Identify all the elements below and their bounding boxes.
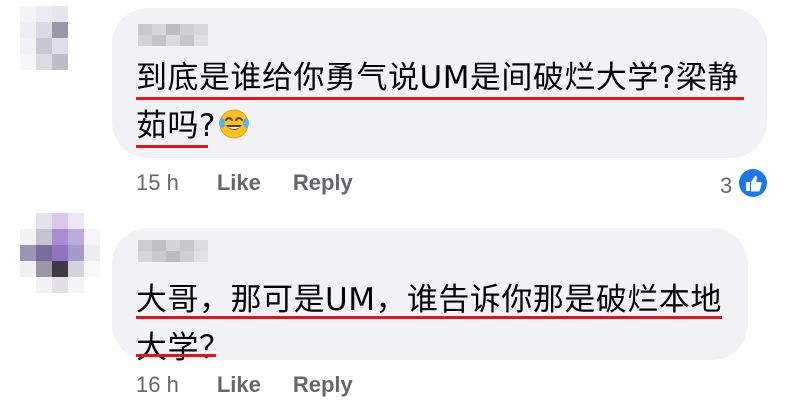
underline-mark: [136, 316, 722, 319]
like-button[interactable]: Like: [217, 372, 261, 398]
comment-actions: 16 h Like Reply: [136, 372, 385, 398]
like-button[interactable]: Like: [217, 170, 261, 196]
comment-time[interactable]: 16 h: [136, 372, 179, 398]
laughing-tears-emoji-icon: [218, 106, 250, 139]
reaction-count: 3: [720, 173, 733, 198]
like-reaction-icon: [738, 168, 768, 204]
underline-mark: [136, 97, 744, 100]
avatar[interactable]: [20, 213, 100, 293]
author-name[interactable]: [138, 240, 208, 262]
underline-mark: [136, 145, 208, 148]
comment-text-line-1: 大哥，那可是UM，谁告诉你那是破烂本地: [136, 282, 722, 318]
reply-button[interactable]: Reply: [293, 372, 353, 398]
comment-bubble: 到底是谁给你勇气说UM是间破烂大学?梁静 茹吗?: [112, 8, 767, 158]
comment-text-line-1: 到底是谁给你勇气说UM是间破烂大学?梁静: [136, 60, 739, 96]
avatar[interactable]: [20, 6, 100, 86]
reaction-summary[interactable]: 3: [720, 168, 768, 204]
reply-button[interactable]: Reply: [293, 170, 353, 196]
comment-text: 大哥，那可是UM，谁告诉你那是破烂本地 大学？: [136, 276, 722, 372]
comment-actions: 15 h Like Reply: [136, 170, 385, 196]
comment-text-line-2: 大学？: [136, 330, 231, 366]
comment-bubble: 大哥，那可是UM，谁告诉你那是破烂本地 大学？: [112, 228, 748, 366]
comment-time[interactable]: 15 h: [136, 170, 179, 196]
comment-text-line-2: 茹吗?: [136, 108, 216, 144]
comment-text: 到底是谁给你勇气说UM是间破烂大学?梁静 茹吗?: [136, 54, 739, 150]
underline-mark: [136, 354, 216, 357]
author-name[interactable]: [138, 24, 208, 46]
